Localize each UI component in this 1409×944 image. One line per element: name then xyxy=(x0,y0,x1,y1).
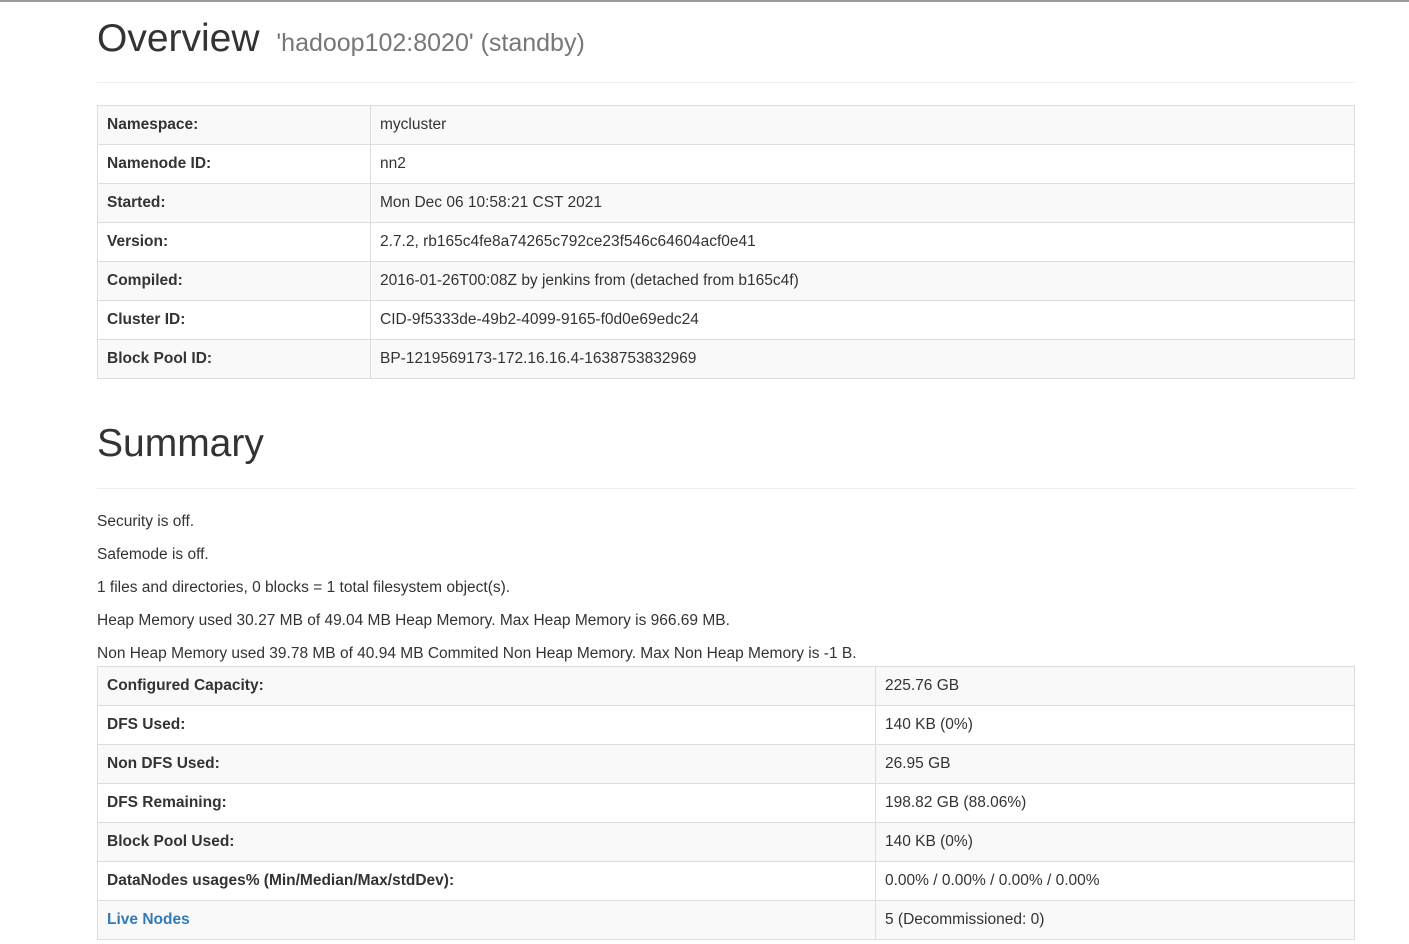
table-row: Non DFS Used: 26.95 GB xyxy=(97,744,1355,784)
table-row: Configured Capacity: 225.76 GB xyxy=(97,666,1355,706)
table-row: DFS Remaining: 198.82 GB (88.06%) xyxy=(97,783,1355,823)
table-row: Live Nodes 5 (Decommissioned: 0) xyxy=(97,900,1355,940)
live-nodes-value: 5 (Decommissioned: 0) xyxy=(875,900,1355,940)
overview-title: Overview 'hadoop102:8020' (standby) xyxy=(97,16,585,66)
block-pool-id-value: BP-1219569173-172.16.16.4-1638753832969 xyxy=(370,339,1355,379)
overview-title-text: Overview xyxy=(97,17,260,60)
table-row: Started: Mon Dec 06 10:58:21 CST 2021 xyxy=(97,183,1355,223)
overview-subtitle: 'hadoop102:8020' (standby) xyxy=(276,29,585,57)
dfs-used-value: 140 KB (0%) xyxy=(875,705,1355,745)
namespace-label: Namespace: xyxy=(97,105,371,145)
summary-title: Summary xyxy=(97,422,264,465)
overview-header: Overview 'hadoop102:8020' (standby) xyxy=(97,0,1355,83)
block-pool-used-label: Block Pool Used: xyxy=(97,822,876,862)
configured-capacity-label: Configured Capacity: xyxy=(97,666,876,706)
dfs-remaining-value: 198.82 GB (88.06%) xyxy=(875,783,1355,823)
compiled-label: Compiled: xyxy=(97,261,371,301)
summary-status-lines: Security is off. Safemode is off. 1 file… xyxy=(97,510,1355,675)
table-row: DataNodes usages% (Min/Median/Max/stdDev… xyxy=(97,861,1355,901)
table-row: Block Pool Used: 140 KB (0%) xyxy=(97,822,1355,862)
table-row: DFS Used: 140 KB (0%) xyxy=(97,705,1355,745)
table-row: Compiled: 2016-01-26T00:08Z by jenkins f… xyxy=(97,261,1355,301)
started-value: Mon Dec 06 10:58:21 CST 2021 xyxy=(370,183,1355,223)
cluster-id-value: CID-9f5333de-49b2-4099-9165-f0d0e69edc24 xyxy=(370,300,1355,340)
overview-table: Namespace: mycluster Namenode ID: nn2 St… xyxy=(97,105,1355,379)
configured-capacity-value: 225.76 GB xyxy=(875,666,1355,706)
started-label: Started: xyxy=(97,183,371,223)
main-content: Overview 'hadoop102:8020' (standby) Name… xyxy=(97,0,1355,940)
table-row: Version: 2.7.2, rb165c4fe8a74265c792ce23… xyxy=(97,222,1355,262)
non-dfs-used-label: Non DFS Used: xyxy=(97,744,876,784)
namenode-id-label: Namenode ID: xyxy=(97,144,371,184)
block-pool-used-value: 140 KB (0%) xyxy=(875,822,1355,862)
heap-memory: Heap Memory used 30.27 MB of 49.04 MB He… xyxy=(97,612,730,629)
namespace-value: mycluster xyxy=(370,105,1355,145)
non-dfs-used-value: 26.95 GB xyxy=(875,744,1355,784)
version-value: 2.7.2, rb165c4fe8a74265c792ce23f546c6460… xyxy=(370,222,1355,262)
live-nodes-cell: Live Nodes xyxy=(97,900,876,940)
datanodes-usages-value: 0.00% / 0.00% / 0.00% / 0.00% xyxy=(875,861,1355,901)
compiled-value: 2016-01-26T00:08Z by jenkins from (detac… xyxy=(370,261,1355,301)
live-nodes-link[interactable]: Live Nodes xyxy=(107,911,190,928)
dfs-used-label: DFS Used: xyxy=(97,705,876,745)
block-pool-id-label: Block Pool ID: xyxy=(97,339,371,379)
cluster-id-label: Cluster ID: xyxy=(97,300,371,340)
datanodes-usages-label: DataNodes usages% (Min/Median/Max/stdDev… xyxy=(97,861,876,901)
safemode-status: Safemode is off. xyxy=(97,546,209,563)
table-row: Namespace: mycluster xyxy=(97,105,1355,145)
summary-table: Configured Capacity: 225.76 GB DFS Used:… xyxy=(97,666,1355,940)
dfs-remaining-label: DFS Remaining: xyxy=(97,783,876,823)
table-row: Block Pool ID: BP-1219569173-172.16.16.4… xyxy=(97,339,1355,379)
filesystem-objects: 1 files and directories, 0 blocks = 1 to… xyxy=(97,579,511,596)
version-label: Version: xyxy=(97,222,371,262)
table-row: Namenode ID: nn2 xyxy=(97,144,1355,184)
table-row: Cluster ID: CID-9f5333de-49b2-4099-9165-… xyxy=(97,300,1355,340)
summary-header: Summary xyxy=(97,413,1355,489)
namenode-id-value: nn2 xyxy=(370,144,1355,184)
security-status: Security is off. xyxy=(97,513,195,530)
